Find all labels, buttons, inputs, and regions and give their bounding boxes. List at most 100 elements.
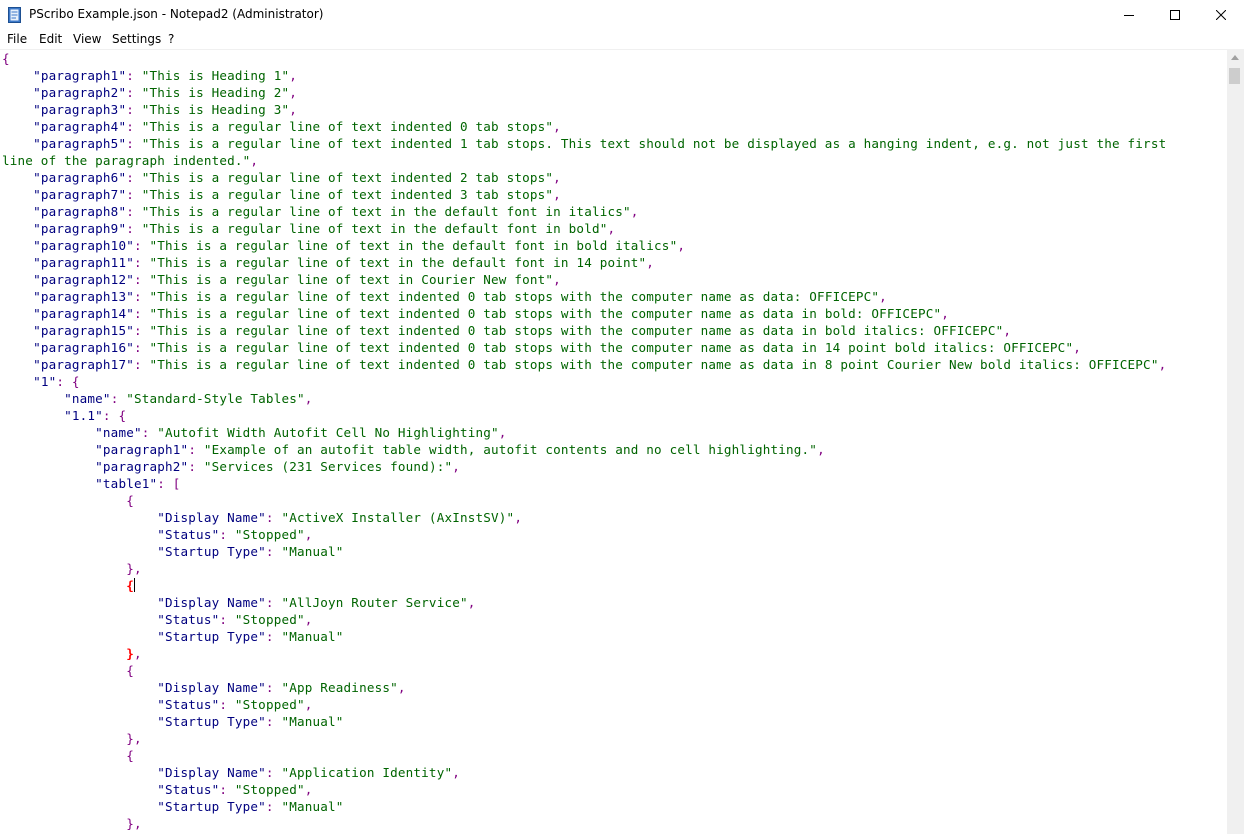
json-punct: , — [467, 595, 476, 610]
json-key: "paragraph13" — [33, 289, 134, 304]
json-punct: : — [265, 510, 282, 525]
minimize-button[interactable] — [1106, 0, 1152, 30]
json-punct — [2, 68, 33, 83]
json-string: "Manual" — [281, 799, 344, 814]
code-line: "Status": "Stopped", — [2, 696, 1166, 713]
json-string: "Services (231 Services found):" — [203, 459, 453, 474]
json-punct: : — [219, 697, 235, 712]
json-punct — [2, 85, 33, 100]
scrollbar-thumb[interactable] — [1229, 68, 1240, 84]
json-punct — [2, 544, 157, 559]
json-string: "This is a regular line of text indented… — [149, 289, 880, 304]
code-line: "paragraph4": "This is a regular line of… — [2, 118, 1166, 135]
code-line: "paragraph13": "This is a regular line o… — [2, 288, 1166, 305]
json-string: "This is a regular line of text indented… — [149, 357, 1159, 372]
json-punct: , — [289, 68, 297, 83]
json-key: "paragraph8" — [33, 204, 127, 219]
code-line: line of the paragraph indented.", — [2, 152, 1166, 169]
json-punct: , — [250, 153, 259, 168]
json-punct — [2, 306, 33, 321]
json-string: "This is a regular line of text in the d… — [141, 221, 608, 236]
scroll-up-arrow-icon[interactable] — [1231, 55, 1239, 60]
json-punct: : { — [56, 374, 80, 389]
json-string: "Stopped" — [234, 612, 305, 627]
json-key: "1.1" — [64, 408, 103, 423]
json-string: "This is a regular line of text indented… — [149, 306, 942, 321]
json-punct — [2, 374, 33, 389]
title-bar[interactable]: PScribo Example.json - Notepad2 (Adminis… — [0, 0, 1244, 30]
vertical-scrollbar[interactable] — [1227, 50, 1244, 834]
code-line: "1": { — [2, 373, 1166, 390]
close-button[interactable] — [1198, 0, 1244, 30]
json-key: "Display Name" — [157, 595, 266, 610]
json-punct: : — [188, 459, 204, 474]
json-punct: : — [126, 119, 142, 134]
json-string: "This is a regular line of text in the d… — [149, 238, 678, 253]
json-punct: : — [133, 272, 150, 287]
json-punct: , — [452, 459, 460, 474]
code-line: }, — [2, 730, 1166, 747]
menu-view[interactable]: View — [73, 32, 101, 46]
code-line: "paragraph7": "This is a regular line of… — [2, 186, 1166, 203]
json-key: "Display Name" — [157, 765, 266, 780]
json-key: "paragraph11" — [33, 255, 134, 270]
json-punct — [2, 289, 33, 304]
json-punct: , — [677, 238, 686, 253]
json-punct — [2, 238, 33, 253]
json-punct: : — [126, 68, 142, 83]
json-punct — [2, 204, 33, 219]
code-line: "Startup Type": "Manual" — [2, 628, 1166, 645]
code-line: "paragraph16": "This is a regular line o… — [2, 339, 1166, 356]
menu-edit[interactable]: Edit — [39, 32, 62, 46]
json-key: "Display Name" — [157, 680, 266, 695]
json-punct: }, — [2, 561, 142, 576]
json-key: "paragraph16" — [33, 340, 134, 355]
json-string: "Stopped" — [234, 527, 305, 542]
menu-file[interactable]: File — [7, 32, 27, 46]
json-string: "Stopped" — [234, 697, 305, 712]
json-punct — [2, 187, 33, 202]
menu-help[interactable]: ? — [168, 32, 174, 46]
json-punct — [2, 221, 33, 236]
code-line: { — [2, 50, 1166, 67]
code-line: "paragraph11": "This is a regular line o… — [2, 254, 1166, 271]
json-punct: { — [2, 663, 134, 678]
window-title: PScribo Example.json - Notepad2 (Adminis… — [29, 7, 324, 21]
json-punct: , — [452, 765, 460, 780]
json-key: "paragraph14" — [33, 306, 134, 321]
json-punct: : — [219, 612, 235, 627]
json-punct: : — [141, 425, 158, 440]
json-punct — [2, 323, 33, 338]
code-line: "paragraph6": "This is a regular line of… — [2, 169, 1166, 186]
json-string: line of the paragraph indented." — [2, 153, 251, 168]
json-key: "1" — [33, 374, 57, 389]
code-line: "Status": "Stopped", — [2, 526, 1166, 543]
json-string: "Example of an autofit table width, auto… — [203, 442, 818, 457]
json-punct: , — [553, 119, 561, 134]
json-key: "paragraph9" — [33, 221, 127, 236]
menu-settings[interactable]: Settings — [112, 32, 161, 46]
editor-area[interactable]: { "paragraph1": "This is Heading 1", "pa… — [0, 50, 1227, 834]
json-key: "paragraph15" — [33, 323, 134, 338]
code-line: "1.1": { — [2, 407, 1166, 424]
json-punct: : — [265, 595, 282, 610]
json-punct: , — [498, 425, 507, 440]
json-punct — [2, 442, 95, 457]
json-key: "paragraph2" — [33, 85, 127, 100]
json-string: "Stopped" — [234, 782, 305, 797]
maximize-button[interactable] — [1152, 0, 1198, 30]
json-punct: , — [514, 510, 523, 525]
json-punct: : — [126, 221, 142, 236]
json-key: "Startup Type" — [157, 629, 266, 644]
json-key: "Status" — [157, 697, 220, 712]
code-line: "paragraph17": "This is a regular line o… — [2, 356, 1166, 373]
json-string: "This is a regular line of text indented… — [141, 136, 1167, 151]
code-text[interactable]: { "paragraph1": "This is Heading 1", "pa… — [2, 50, 1166, 832]
code-line: "Startup Type": "Manual" — [2, 798, 1166, 815]
json-punct: , — [1158, 357, 1167, 372]
json-string: "Standard-Style Tables" — [126, 391, 305, 406]
json-punct — [2, 357, 33, 372]
json-punct — [2, 646, 126, 661]
brace-match: } — [126, 646, 134, 661]
json-punct — [2, 595, 157, 610]
